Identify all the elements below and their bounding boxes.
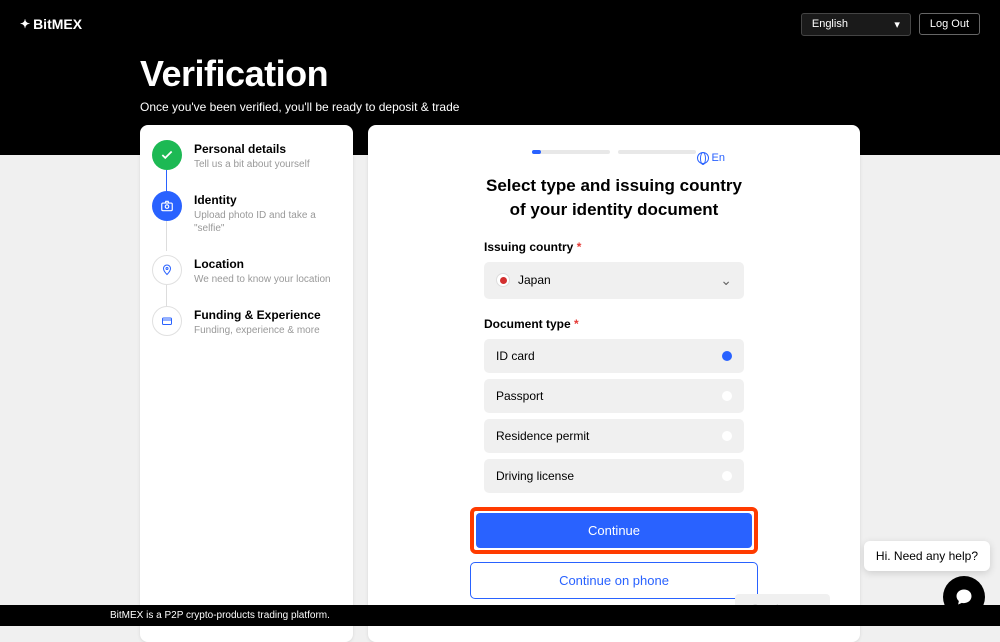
progress-bar-1 bbox=[532, 150, 610, 154]
language-selector[interactable]: English ▾ bbox=[801, 13, 911, 36]
flag-japan-icon bbox=[496, 273, 510, 287]
globe-icon bbox=[697, 152, 709, 164]
radio-icon bbox=[722, 391, 732, 401]
progress-bar-2 bbox=[618, 150, 696, 154]
logo-text: BitMEX bbox=[33, 16, 82, 32]
step-title: Location bbox=[194, 257, 331, 271]
form-title: Select type and issuing country of your … bbox=[484, 174, 744, 222]
check-icon bbox=[152, 140, 182, 170]
step-funding: Funding & Experience Funding, experience… bbox=[152, 306, 341, 337]
document-type-label: Document type * bbox=[484, 317, 744, 331]
chat-button[interactable] bbox=[943, 576, 985, 618]
radio-icon bbox=[722, 431, 732, 441]
step-title: Personal details bbox=[194, 142, 310, 156]
step-title: Funding & Experience bbox=[194, 308, 321, 322]
doc-option-label: ID card bbox=[496, 349, 535, 363]
logo-icon: ✦ bbox=[20, 17, 30, 31]
issuing-country-select[interactable]: Japan ⌄ bbox=[484, 262, 744, 299]
step-identity: Identity Upload photo ID and take a "sel… bbox=[152, 191, 341, 235]
page-subtitle: Once you've been verified, you'll be rea… bbox=[140, 100, 980, 114]
chevron-down-icon: ▾ bbox=[894, 18, 900, 31]
doc-option-residence-permit[interactable]: Residence permit bbox=[484, 419, 744, 453]
step-desc: Funding, experience & more bbox=[194, 324, 321, 337]
verification-form-panel: En Select type and issuing country of yo… bbox=[368, 125, 860, 642]
footer-text: BitMEX is a P2P crypto-products trading … bbox=[0, 605, 1000, 626]
doc-option-label: Passport bbox=[496, 389, 543, 403]
step-title: Identity bbox=[194, 193, 341, 207]
form-language-selector[interactable]: En bbox=[697, 152, 725, 164]
camera-icon bbox=[152, 191, 182, 221]
form-language-label: En bbox=[712, 152, 725, 164]
logo[interactable]: ✦ BitMEX bbox=[20, 16, 82, 32]
step-desc: We need to know your location bbox=[194, 273, 331, 286]
radio-selected-icon bbox=[722, 351, 732, 361]
continue-button-highlight: Continue bbox=[470, 507, 758, 554]
page-title: Verification bbox=[140, 53, 980, 95]
doc-option-passport[interactable]: Passport bbox=[484, 379, 744, 413]
logout-button[interactable]: Log Out bbox=[919, 13, 980, 35]
doc-option-id-card[interactable]: ID card bbox=[484, 339, 744, 373]
pin-icon bbox=[152, 255, 182, 285]
chat-icon bbox=[954, 587, 974, 607]
step-personal-details: Personal details Tell us a bit about you… bbox=[152, 140, 341, 171]
language-label: English bbox=[812, 18, 848, 30]
issuing-country-label: Issuing country * bbox=[484, 240, 744, 254]
step-desc: Upload photo ID and take a "selfie" bbox=[194, 209, 341, 235]
doc-option-label: Driving license bbox=[496, 469, 574, 483]
steps-sidebar: Personal details Tell us a bit about you… bbox=[140, 125, 353, 642]
doc-option-driving-license[interactable]: Driving license bbox=[484, 459, 744, 493]
continue-on-phone-button[interactable]: Continue on phone bbox=[470, 562, 758, 599]
card-icon bbox=[152, 306, 182, 336]
step-desc: Tell us a bit about yourself bbox=[194, 158, 310, 171]
chevron-down-icon: ⌄ bbox=[720, 272, 732, 289]
country-value: Japan bbox=[518, 273, 551, 287]
radio-icon bbox=[722, 471, 732, 481]
doc-option-label: Residence permit bbox=[496, 429, 589, 443]
continue-button[interactable]: Continue bbox=[476, 513, 752, 548]
step-location: Location We need to know your location bbox=[152, 255, 341, 286]
